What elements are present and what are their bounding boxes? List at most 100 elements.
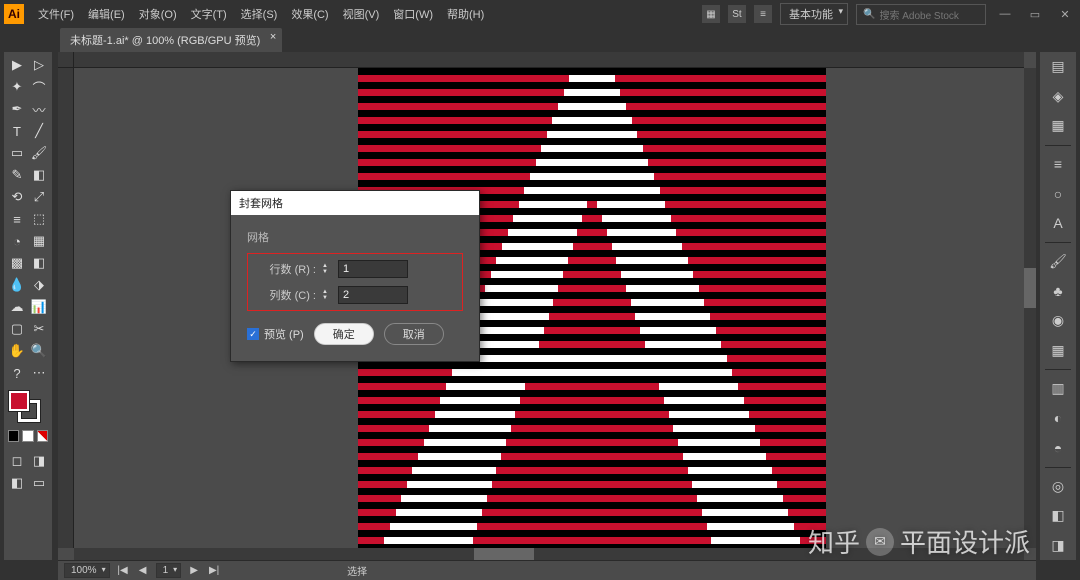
zoom-tool[interactable]: 🔍: [28, 340, 50, 362]
menu-edit[interactable]: 编辑(E): [82, 4, 131, 24]
menu-window[interactable]: 窗口(W): [387, 4, 439, 24]
maximize-button[interactable]: ▭: [1024, 4, 1046, 24]
stroke-panel-icon[interactable]: ≡: [1046, 153, 1070, 175]
appearance-panel-icon[interactable]: ◎: [1046, 475, 1070, 497]
dialog-title: 封套网格: [231, 191, 479, 215]
gradient-tool[interactable]: ◧: [28, 252, 50, 274]
symbols-panel-icon[interactable]: ♣: [1046, 281, 1070, 303]
color-mode-2[interactable]: [22, 430, 33, 442]
edit-toolbar[interactable]: ⋯: [28, 362, 50, 384]
watermark-brand: 知乎: [808, 523, 860, 560]
brush-tool[interactable]: 🖌: [28, 142, 50, 164]
width-tool[interactable]: ≡: [6, 208, 28, 230]
rectangle-tool[interactable]: ▭: [6, 142, 28, 164]
direct-selection-tool[interactable]: ▷: [28, 54, 50, 76]
rows-label: 行数 (R) :: [256, 261, 316, 277]
color-panel-icon[interactable]: ◉: [1046, 310, 1070, 332]
next-artboard[interactable]: ▶: [187, 565, 201, 576]
libraries-panel-icon[interactable]: ▦: [1046, 115, 1070, 137]
group-label: 网格: [247, 229, 463, 245]
document-tab[interactable]: 未标题-1.ai* @ 100% (RGB/GPU 预览) ×: [60, 28, 282, 52]
fill-color[interactable]: [8, 390, 30, 412]
tab-close-icon[interactable]: ×: [270, 31, 276, 43]
search-icon: 🔍: [863, 9, 875, 20]
ruler-horizontal[interactable]: [74, 52, 1024, 68]
ruler-vertical[interactable]: [58, 68, 74, 548]
rows-input[interactable]: [338, 260, 408, 278]
type-panel-icon[interactable]: A: [1046, 213, 1070, 235]
cols-input[interactable]: [338, 286, 408, 304]
status-bar: 100% |◀ ◀ 1 ▶ ▶| 选择: [58, 560, 1036, 580]
curvature-tool[interactable]: 〰: [28, 98, 50, 120]
menu-effect[interactable]: 效果(C): [285, 4, 334, 24]
symbol-tool[interactable]: ☁: [6, 296, 28, 318]
lasso-tool[interactable]: ⌒: [28, 76, 50, 98]
brushes-panel-icon[interactable]: 🖌: [1046, 251, 1070, 273]
graph-tool[interactable]: 📊: [28, 296, 50, 318]
zoom-level[interactable]: 100%: [64, 563, 110, 578]
free-transform-tool[interactable]: ⬚: [28, 208, 50, 230]
eyedropper-tool[interactable]: 💧: [6, 274, 28, 296]
header-icon-3[interactable]: ≡: [754, 5, 772, 23]
preview-label: 预览 (P): [264, 326, 304, 342]
menu-type[interactable]: 文字(T): [185, 4, 233, 24]
align-panel-icon[interactable]: ▥: [1046, 378, 1070, 400]
minimize-button[interactable]: —: [994, 4, 1016, 24]
line-tool[interactable]: ╱: [28, 120, 50, 142]
artboard-tool[interactable]: ▢: [6, 318, 28, 340]
draw-mode-3[interactable]: ◧: [6, 472, 28, 494]
menu-file[interactable]: 文件(F): [32, 4, 80, 24]
workspace-switcher[interactable]: 基本功能: [780, 3, 848, 25]
rotate-tool[interactable]: ⟲: [6, 186, 28, 208]
last-artboard[interactable]: ▶|: [207, 565, 221, 576]
draw-mode-2[interactable]: ◨: [28, 450, 50, 472]
preview-checkbox[interactable]: ✓ 预览 (P): [247, 326, 304, 342]
prev-artboard[interactable]: ◀: [136, 565, 150, 576]
menu-select[interactable]: 选择(S): [235, 4, 284, 24]
rows-stepper[interactable]: ▲▼: [322, 263, 332, 275]
shape-builder-tool[interactable]: ◔: [6, 230, 28, 252]
first-artboard[interactable]: |◀: [116, 565, 130, 576]
menu-help[interactable]: 帮助(H): [441, 4, 490, 24]
transparency-panel-icon[interactable]: ◨: [1046, 535, 1070, 557]
close-button[interactable]: ✕: [1054, 4, 1076, 24]
magic-wand-tool[interactable]: ✦: [6, 76, 28, 98]
cols-stepper[interactable]: ▲▼: [322, 289, 332, 301]
hand-tool[interactable]: ✋: [6, 340, 28, 362]
blend-tool[interactable]: ⬗: [28, 274, 50, 296]
type-tool[interactable]: T: [6, 120, 28, 142]
help-tool[interactable]: ?: [6, 362, 28, 384]
perspective-tool[interactable]: ▦: [28, 230, 50, 252]
header-icon-1[interactable]: ▦: [702, 5, 720, 23]
scroll-vertical[interactable]: [1024, 68, 1036, 548]
menu-view[interactable]: 视图(V): [337, 4, 386, 24]
ok-button[interactable]: 确定: [314, 323, 374, 345]
slice-tool[interactable]: ✂: [28, 318, 50, 340]
cancel-button[interactable]: 取消: [384, 323, 444, 345]
envelope-mesh-dialog: 封套网格 网格 行数 (R) : ▲▼ 列数 (C) : ▲▼ ✓ 预览 (P)…: [230, 190, 480, 362]
artboard-nav[interactable]: 1: [156, 563, 182, 578]
layers-panel-icon[interactable]: ◈: [1046, 86, 1070, 108]
properties-panel-icon[interactable]: ▤: [1046, 56, 1070, 78]
selection-tool[interactable]: ▶: [6, 54, 28, 76]
color-mode-3[interactable]: [37, 430, 48, 442]
scale-tool[interactable]: ⤢: [28, 186, 50, 208]
color-mode-1[interactable]: [8, 430, 19, 442]
swatches-panel-icon[interactable]: ▦: [1046, 340, 1070, 362]
pathfinder-panel-icon[interactable]: ◓: [1046, 437, 1070, 459]
eraser-tool[interactable]: ◧: [28, 164, 50, 186]
wechat-icon: ✉: [866, 528, 894, 556]
ellipse-panel-icon[interactable]: ○: [1046, 183, 1070, 205]
mesh-tool[interactable]: ▩: [6, 252, 28, 274]
menu-object[interactable]: 对象(O): [133, 4, 183, 24]
header-icon-2[interactable]: St: [728, 5, 746, 23]
pen-tool[interactable]: ✒: [6, 98, 28, 120]
color-swatch[interactable]: [4, 386, 52, 428]
ruler-corner: [58, 52, 74, 68]
shaper-tool[interactable]: ✎: [6, 164, 28, 186]
draw-mode-1[interactable]: ◻: [6, 450, 28, 472]
transform-panel-icon[interactable]: ◐: [1046, 408, 1070, 430]
graphic-styles-panel-icon[interactable]: ◧: [1046, 505, 1070, 527]
screen-mode[interactable]: ▭: [28, 472, 50, 494]
stock-search[interactable]: 🔍 搜索 Adobe Stock: [856, 4, 986, 25]
